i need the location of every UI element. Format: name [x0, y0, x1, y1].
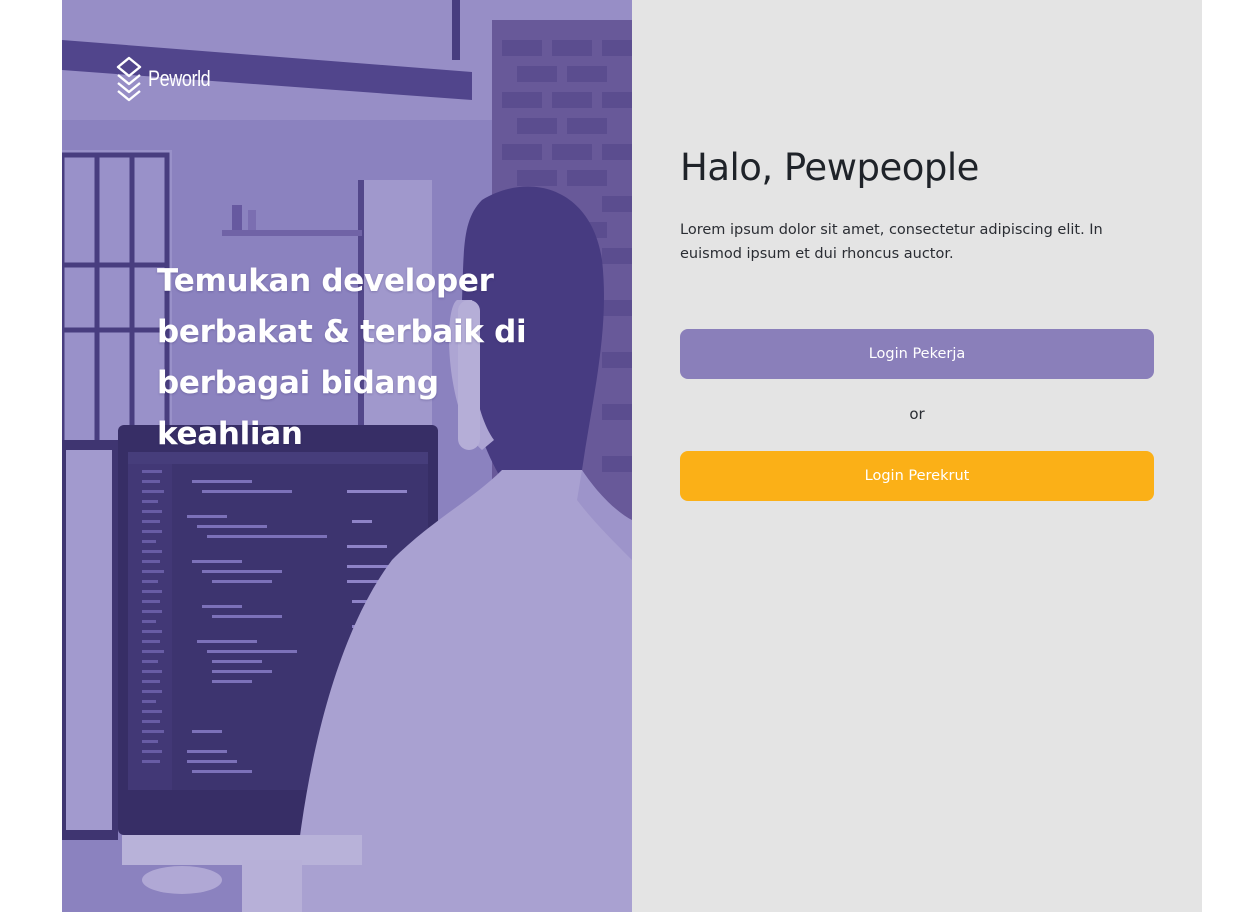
or-separator: or — [909, 405, 925, 423]
hero-heading: Temukan developer berbakat & terbaik di … — [157, 263, 527, 452]
page-title: Halo, Pewpeople — [680, 146, 979, 189]
brand-logo[interactable]: Peworld — [116, 56, 224, 102]
stacked-layers-logo-icon — [116, 56, 142, 102]
login-pekerja-button[interactable]: Login Pekerja — [680, 329, 1154, 379]
brand-name: Peworld — [148, 66, 211, 91]
login-page: Peworld Temukan developer berbakat & ter… — [62, 0, 1202, 912]
hero-section: Peworld Temukan developer berbakat & ter… — [62, 0, 632, 912]
page-description: Lorem ipsum dolor sit amet, consectetur … — [680, 222, 1103, 262]
login-panel: Halo, Pewpeople Lorem ipsum dolor sit am… — [632, 0, 1202, 912]
login-perekrut-button[interactable]: Login Perekrut — [680, 451, 1154, 501]
